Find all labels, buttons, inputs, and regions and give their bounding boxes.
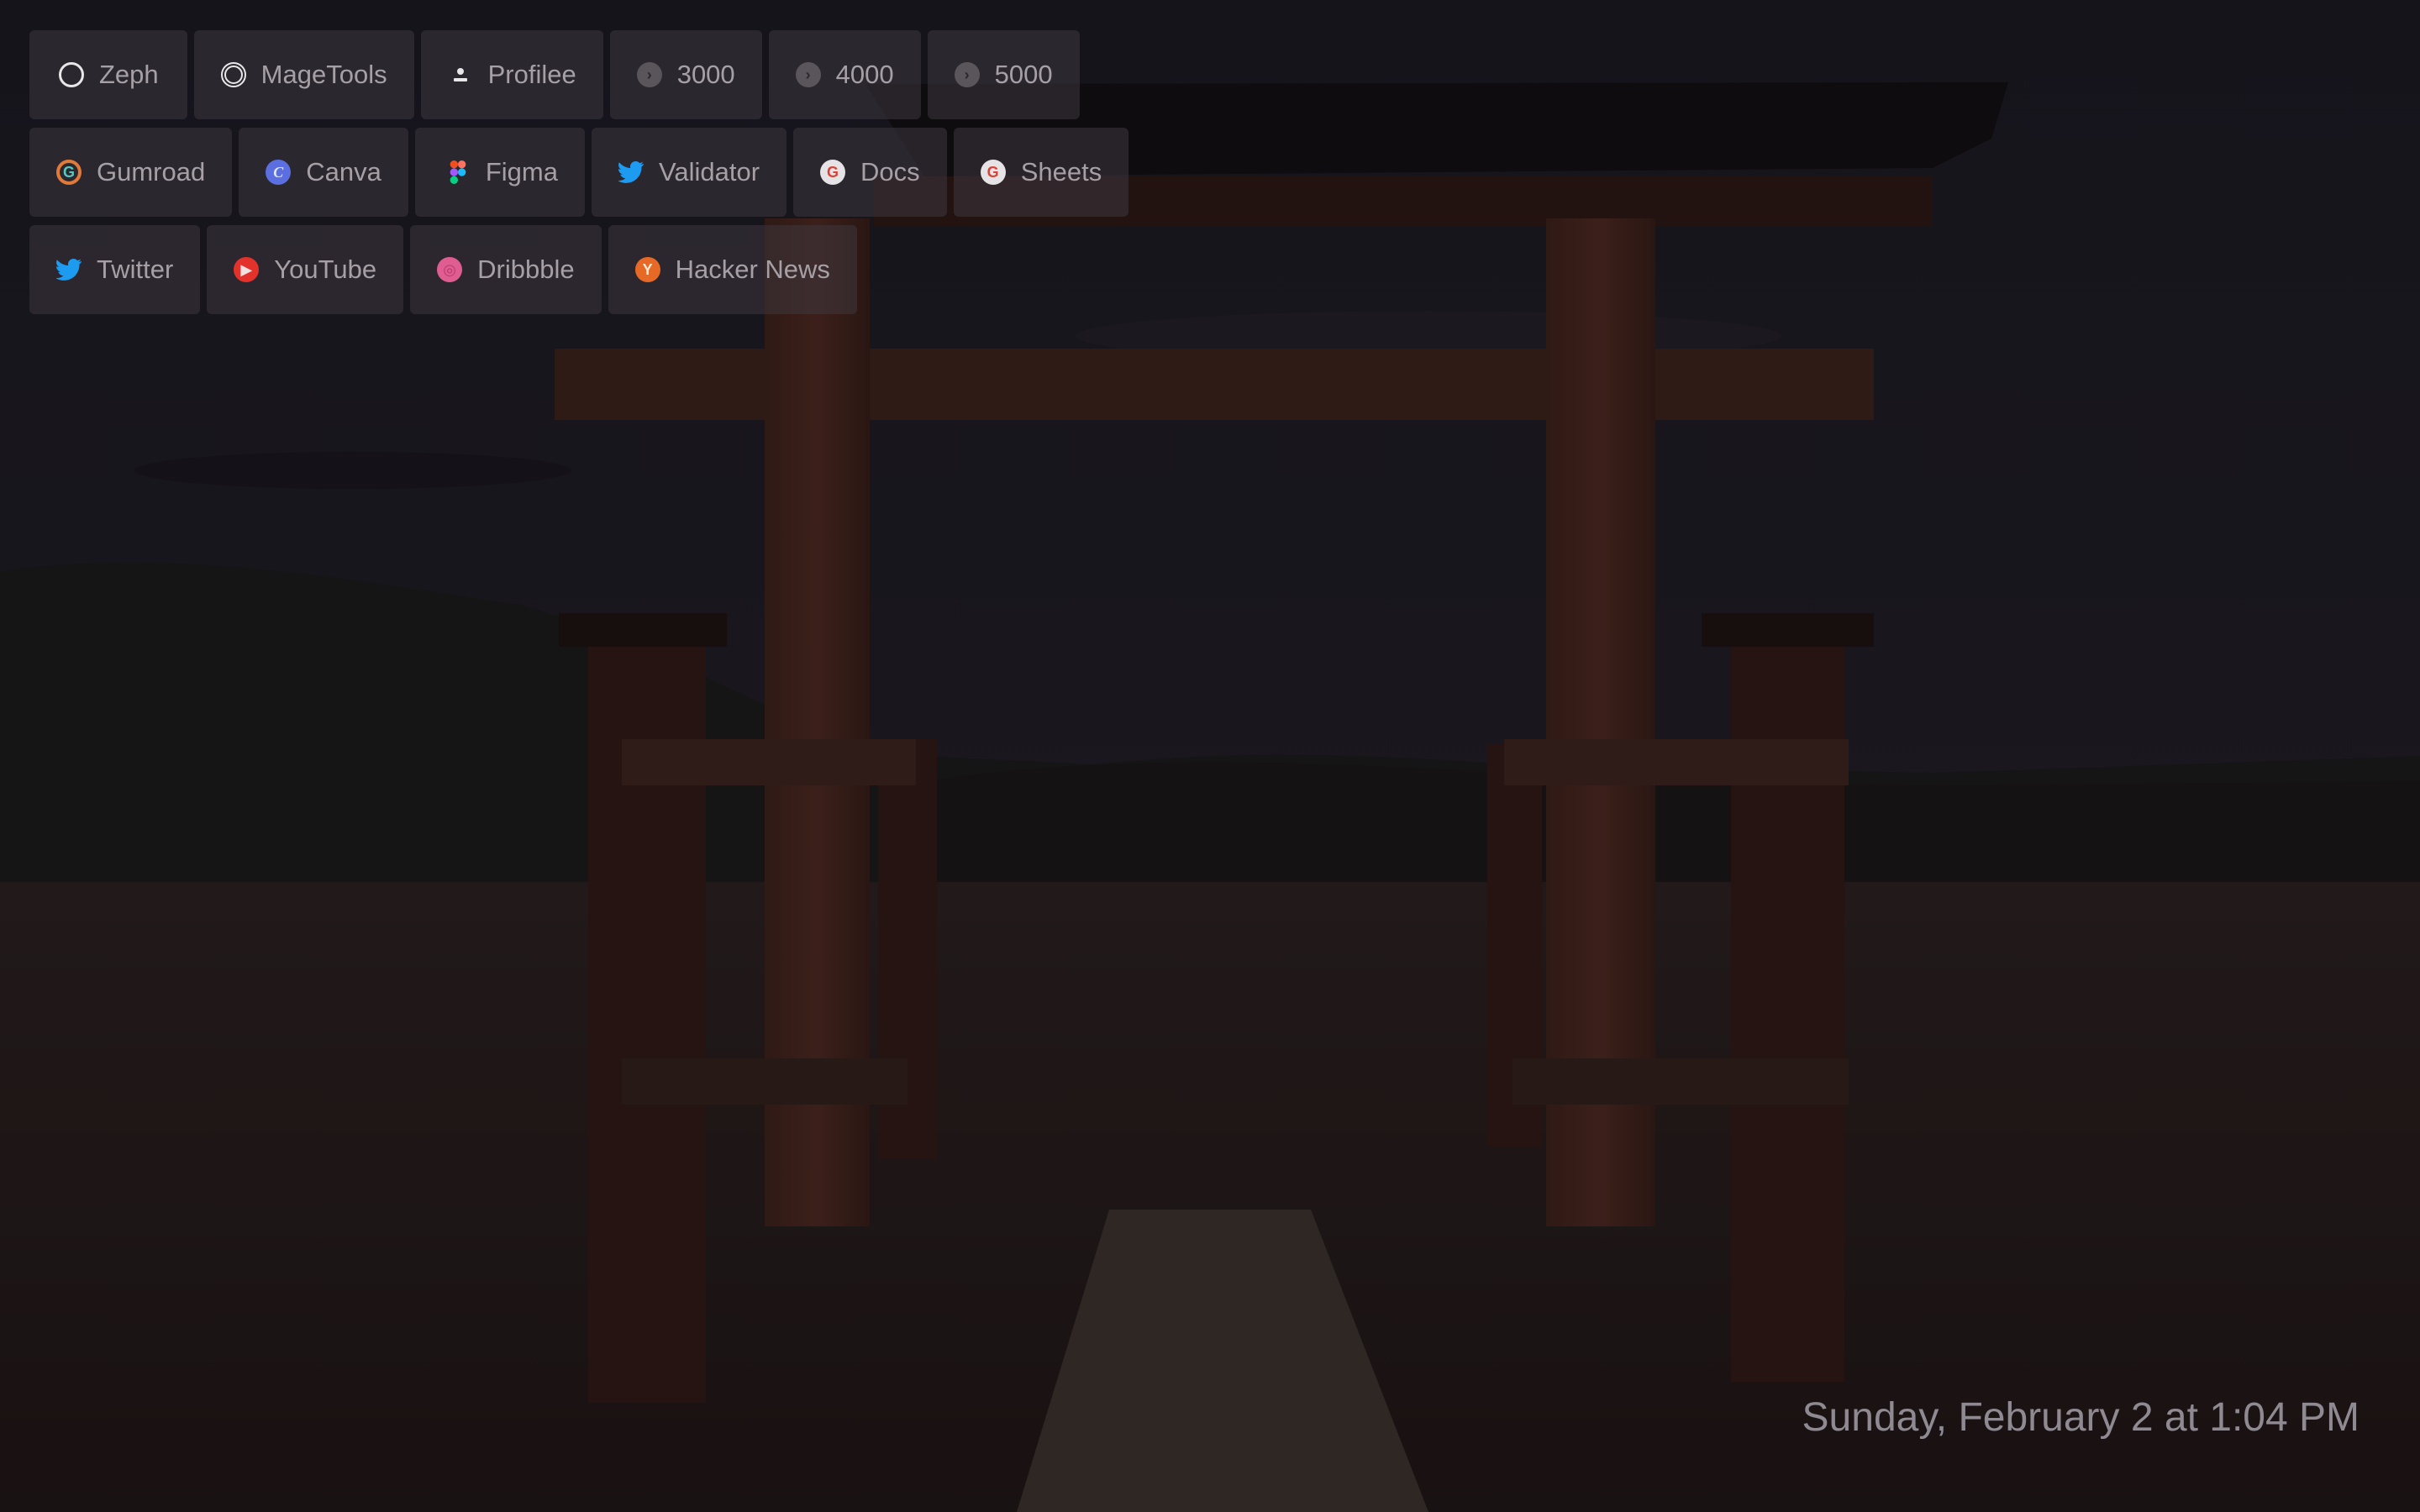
arrow-right-circle-icon: › <box>954 62 980 87</box>
figma-icon <box>445 160 471 185</box>
google-icon: G <box>980 160 1006 185</box>
bookmark-label: Sheets <box>1020 157 1102 186</box>
bookmark-label: Figma <box>485 157 558 186</box>
bookmark-label: 5000 <box>994 60 1053 89</box>
google-icon: G <box>820 160 846 185</box>
gumroad-icon: G <box>56 160 82 185</box>
bookmark-docs[interactable]: G Docs <box>793 128 947 217</box>
bookmark-label: Dribbble <box>477 255 575 284</box>
bookmark-label: 4000 <box>835 60 894 89</box>
bookmark-canva[interactable]: C Canva <box>239 128 408 217</box>
dribbble-icon: ◎ <box>437 257 463 282</box>
bookmark-label: Zeph <box>99 60 159 89</box>
bookmark-label: 3000 <box>676 60 735 89</box>
ring-icon <box>220 62 246 87</box>
arrow-right-circle-icon: › <box>636 62 662 87</box>
user-icon <box>448 62 473 87</box>
bookmark-label: Canva <box>306 157 381 186</box>
bookmark-label: Profilee <box>487 60 576 89</box>
bookmark-label: Hacker News <box>675 255 830 284</box>
bookmark-hacker-news[interactable]: Y Hacker News <box>608 225 857 314</box>
bookmarks-bar: Zeph MageTools Profilee › 3000 › 4000 › … <box>29 30 1135 323</box>
bookmark-5000[interactable]: › 5000 <box>927 30 1080 119</box>
bookmark-label: Gumroad <box>97 157 206 186</box>
bookmark-twitter[interactable]: Twitter <box>29 225 201 314</box>
twitter-bird-icon <box>56 257 82 282</box>
bookmark-label: Validator <box>658 157 760 186</box>
bookmark-label: Docs <box>860 157 920 186</box>
bookmark-zeph[interactable]: Zeph <box>29 30 187 119</box>
canva-icon: C <box>266 160 292 185</box>
bookmark-gumroad[interactable]: G Gumroad <box>29 128 233 217</box>
bookmark-sheets[interactable]: G Sheets <box>953 128 1129 217</box>
bookmark-magetools[interactable]: MageTools <box>193 30 414 119</box>
bookmark-youtube[interactable]: ▶ YouTube <box>207 225 404 314</box>
bookmark-row-3: Twitter ▶ YouTube ◎ Dribbble Y Hacker Ne… <box>29 225 1135 314</box>
hacker-news-icon: Y <box>634 257 660 282</box>
bookmark-3000[interactable]: › 3000 <box>609 30 762 119</box>
circle-outline-icon <box>59 62 84 87</box>
arrow-right-circle-icon: › <box>795 62 821 87</box>
bookmark-row-2: G Gumroad C Canva Figma Validator G Docs… <box>29 128 1135 217</box>
bookmark-profilee[interactable]: Profilee <box>420 30 603 119</box>
bookmark-label: Twitter <box>97 255 174 284</box>
youtube-icon: ▶ <box>234 257 260 282</box>
bookmark-4000[interactable]: › 4000 <box>768 30 921 119</box>
clock: Sunday, February 2 at 1:04 PM <box>1802 1395 2360 1440</box>
bookmark-figma[interactable]: Figma <box>414 128 585 217</box>
bookmark-label: YouTube <box>274 255 377 284</box>
bookmark-dribbble[interactable]: ◎ Dribbble <box>410 225 602 314</box>
bookmark-row-1: Zeph MageTools Profilee › 3000 › 4000 › … <box>29 30 1135 119</box>
bookmark-label: MageTools <box>260 60 387 89</box>
twitter-bird-icon <box>618 160 644 185</box>
bookmark-validator[interactable]: Validator <box>591 128 787 217</box>
